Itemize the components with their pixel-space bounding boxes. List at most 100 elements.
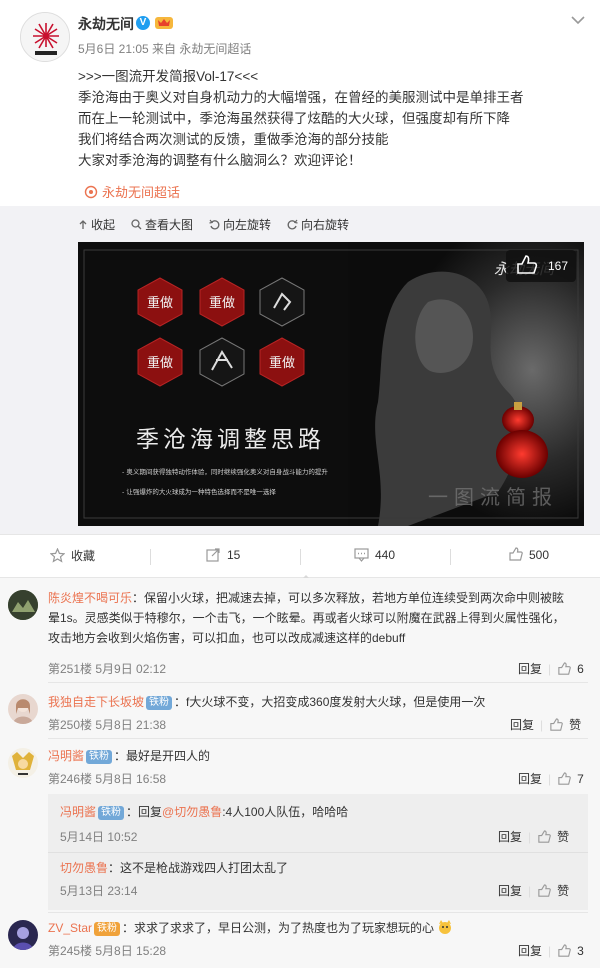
author-avatar[interactable] bbox=[20, 12, 70, 62]
image-bullet: - 奥义期间获得独特动作体验，同时继续强化奥义对自身战斗能力的提升 bbox=[122, 467, 328, 476]
comment-body: 我独自走下长坂坡 铁粉 ：f大火球不变，大招变成360度发射大火球，但是使用一次 bbox=[48, 692, 588, 712]
view-large-button[interactable]: 查看大图 bbox=[131, 216, 193, 233]
comment-button[interactable]: 440 bbox=[354, 547, 395, 562]
comment-body: ZV_Star 铁粉 ：求求了求求了，早日公测，为了热度也为了玩家想玩的心 bbox=[48, 918, 588, 938]
post-image[interactable]: 重做 重做 重做 重做 季沧海调整思路 - 奥义期间获得独特动作体验，同时继续强… bbox=[78, 242, 584, 526]
reply-button[interactable]: 回复 bbox=[518, 660, 542, 677]
avatar[interactable] bbox=[8, 920, 38, 950]
comment-floor: 第246楼 5月8日 16:58 bbox=[48, 772, 167, 786]
image-watermark: 一图流简报 bbox=[428, 485, 558, 509]
post-body: >>>一图流开发简报Vol-17<<< 季沧海由于奥义对自身机动力的大幅增强，在… bbox=[78, 66, 588, 171]
comment-body: 冯明酱 铁粉 ：最好是开四人的 bbox=[48, 746, 588, 766]
media-toolbar: 收起 查看大图 向左旋转 向右旋转 bbox=[78, 216, 349, 233]
post-line: >>>一图流开发简报Vol-17<<< bbox=[78, 69, 259, 84]
badge-text: 重做 bbox=[147, 295, 173, 311]
rotate-left-label: 向左旋转 bbox=[223, 218, 272, 232]
comment-text-line: ：保留小火球，把减速去掉，可以多次释放，若地方单位连续受到两次命中则被眩 bbox=[132, 591, 565, 605]
author-name[interactable]: 永劫无间 bbox=[78, 14, 134, 34]
reply-button[interactable]: 回复 bbox=[498, 882, 522, 899]
thumb-up-icon[interactable] bbox=[537, 829, 551, 844]
vip-crown-icon bbox=[154, 14, 174, 30]
comment-like-count: 7 bbox=[577, 771, 584, 786]
star-icon bbox=[50, 548, 65, 563]
reply-like-label: 赞 bbox=[557, 830, 570, 844]
fan-badge: 铁粉 bbox=[86, 750, 113, 764]
post-line: 而在上一轮测试中，季沧海虽然获得了炫酷的大火球，但强度却有所下降 bbox=[78, 111, 510, 126]
rotate-right-label: 向右旋转 bbox=[301, 218, 350, 232]
forward-button[interactable]: 15 bbox=[206, 547, 240, 562]
reply-date: 5月14日 10:52 bbox=[60, 830, 138, 844]
verified-icon: V bbox=[136, 16, 150, 30]
reply-button[interactable]: 回复 bbox=[518, 770, 542, 787]
reply-ops: 回复 | 赞 bbox=[498, 882, 570, 899]
reply-ops: 回复 | 赞 bbox=[498, 828, 570, 845]
comment-user[interactable]: 我独自走下长坂坡 bbox=[48, 695, 144, 709]
thumb-up-icon[interactable] bbox=[549, 717, 563, 732]
mention-link[interactable]: @切勿愚鲁 bbox=[162, 805, 222, 819]
comment-user[interactable]: 冯明酱 bbox=[48, 749, 84, 763]
chaohua-icon bbox=[84, 185, 98, 198]
view-large-label: 查看大图 bbox=[145, 218, 194, 232]
chaohua-link[interactable]: 永劫无间超话 bbox=[84, 182, 180, 201]
comment-text: ：f大火球不变，大招变成360度发射大火球，但是使用一次 bbox=[174, 695, 486, 709]
rotate-left-icon bbox=[209, 219, 220, 230]
thumb-up-icon[interactable] bbox=[557, 943, 571, 958]
comment-like-count: 6 bbox=[577, 661, 584, 676]
reply-text: :4人100人队伍，哈哈哈 bbox=[222, 805, 349, 819]
thumb-up-icon[interactable] bbox=[557, 661, 571, 676]
reply-like-label: 赞 bbox=[557, 884, 570, 898]
fan-badge: 铁粉 bbox=[98, 806, 125, 820]
comment-count: 440 bbox=[375, 547, 396, 562]
avatar[interactable] bbox=[8, 748, 38, 778]
like-count: 500 bbox=[529, 547, 550, 562]
post-line: 季沧海由于奥义对自身机动力的大幅增强，在曾经的美服测试中是单排王者 bbox=[78, 90, 524, 105]
comment-like-count: 3 bbox=[577, 943, 584, 958]
reply-button[interactable]: 回复 bbox=[518, 942, 542, 959]
thumb-up-icon[interactable] bbox=[557, 771, 571, 786]
rotate-left-button[interactable]: 向左旋转 bbox=[209, 216, 271, 233]
sub-reply-body: 切勿愚鲁：这不是枪战游戏四人打团太乱了 bbox=[60, 858, 580, 878]
comment-ops: 回复 | 7 bbox=[518, 770, 584, 787]
collect-label: 收藏 bbox=[71, 549, 96, 563]
badge-text: 重做 bbox=[209, 295, 235, 311]
comment-ops: 回复 | 6 bbox=[518, 660, 584, 677]
comment-text: ：求求了求求了，早日公测，为了热度也为了玩家想玩的心 bbox=[122, 921, 435, 935]
arrow-up-icon bbox=[79, 219, 87, 229]
reply-button[interactable]: 回复 bbox=[510, 716, 534, 733]
comment-user[interactable]: ZV_Star bbox=[48, 921, 92, 935]
comment-text-line: 晕1s。灵感类似于特穆尔，一个击飞，一个眩晕。再或者火球可以附魔在武器上得到火属… bbox=[48, 611, 565, 625]
magnifier-icon bbox=[131, 219, 142, 230]
sub-reply-body: 冯明酱 铁粉 ：回复@切勿愚鲁:4人100人队伍，哈哈哈 bbox=[60, 802, 580, 822]
reply-prefix: ：回复 bbox=[126, 805, 163, 819]
badge-text: 重做 bbox=[147, 355, 173, 371]
rotate-right-button[interactable]: 向右旋转 bbox=[287, 216, 349, 233]
comment-user[interactable]: 陈炎煌不喝可乐 bbox=[48, 591, 132, 605]
reply-user[interactable]: 冯明酱 bbox=[60, 805, 96, 819]
comment-ops: 回复 | 3 bbox=[518, 942, 584, 959]
fan-badge: 铁粉 bbox=[146, 696, 173, 710]
image-bullet: - 让强爆炸的大火球成为一种特色选择而不是唯一选择 bbox=[122, 487, 276, 496]
reply-date: 5月13日 23:14 bbox=[60, 884, 138, 898]
chaohua-label: 永劫无间超话 bbox=[102, 185, 181, 200]
rotate-right-icon bbox=[287, 219, 298, 230]
post-meta: 5月6日 21:05 来自 永劫无间超话 bbox=[78, 42, 252, 56]
collapse-button[interactable]: 收起 bbox=[78, 216, 115, 233]
action-bar: 收藏 15 440 500 bbox=[0, 534, 600, 581]
chevron-down-icon[interactable] bbox=[568, 12, 588, 28]
post-line: 我们将结合两次测试的反馈，重做季沧海的部分技能 bbox=[78, 132, 389, 147]
reply-user[interactable]: 切勿愚鲁 bbox=[60, 861, 108, 875]
reply-button[interactable]: 回复 bbox=[498, 828, 522, 845]
forward-count: 15 bbox=[227, 547, 241, 562]
comment-body: 陈炎煌不喝可乐：保留小火球，把减速去掉，可以多次释放，若地方单位连续受到两次命中… bbox=[48, 588, 588, 648]
comment-floor: 第251楼 5月9日 02:12 bbox=[48, 662, 167, 676]
like-button[interactable]: 500 bbox=[508, 547, 549, 562]
fan-badge: 铁粉 bbox=[94, 922, 121, 936]
avatar[interactable] bbox=[8, 694, 38, 724]
comment-floor: 第245楼 5月8日 15:28 bbox=[48, 944, 167, 958]
comment-text-line: 攻击地方会收到火焰伤害，可以扣血，也可以改成减速这样的debuff bbox=[48, 631, 406, 645]
avatar[interactable] bbox=[8, 590, 38, 620]
post-line: 大家对季沧海的调整有什么脑洞么？欢迎评论！ bbox=[78, 153, 362, 168]
comment-text: ：最好是开四人的 bbox=[114, 749, 211, 763]
thumb-up-icon[interactable] bbox=[537, 883, 551, 898]
collect-button[interactable]: 收藏 bbox=[50, 547, 95, 564]
